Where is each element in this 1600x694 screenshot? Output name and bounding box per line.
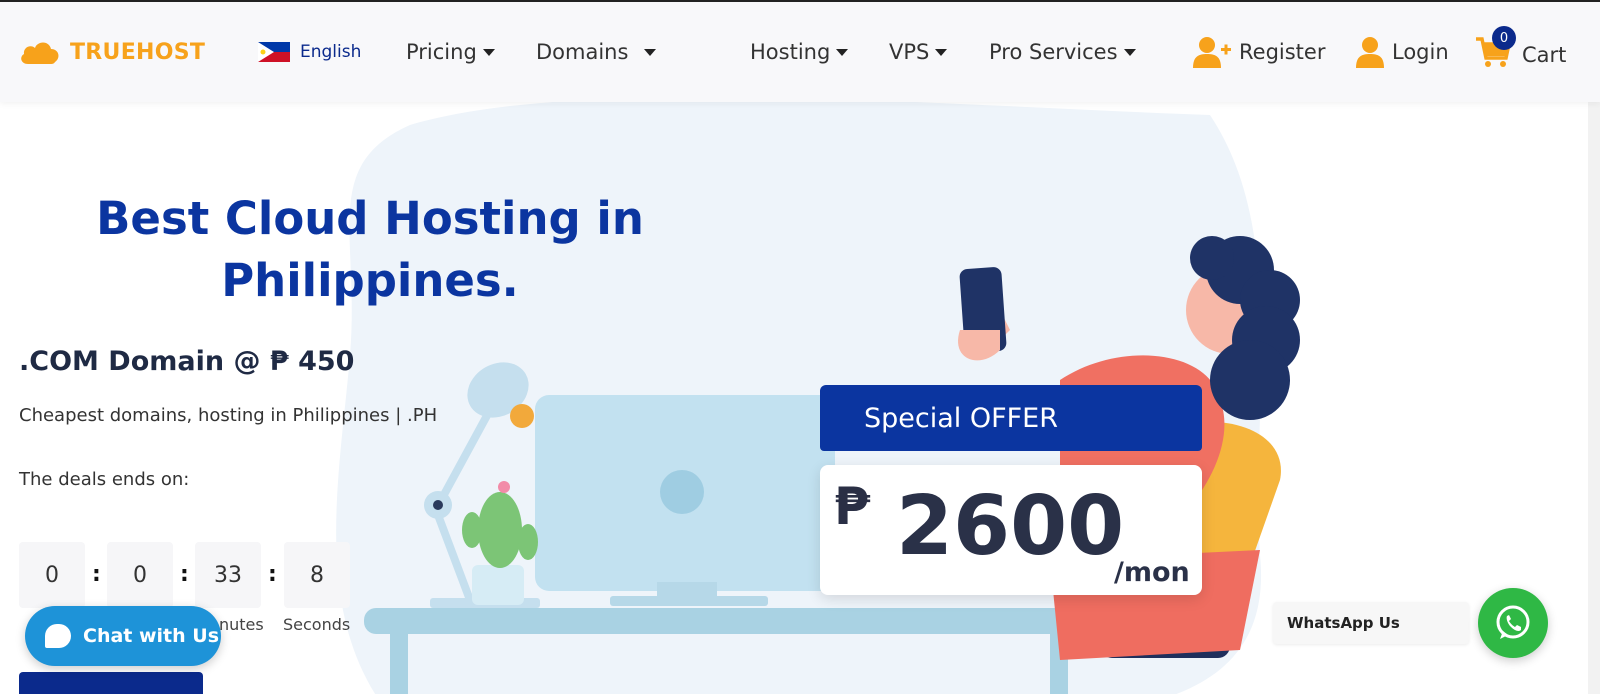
- cart-count-badge: 0: [1492, 26, 1516, 50]
- caret-down-icon: [935, 48, 948, 56]
- brand-name: TRUEHOST: [70, 39, 206, 65]
- register-label: Register: [1239, 40, 1326, 64]
- add-user-icon: [1193, 37, 1231, 68]
- language-label: English: [300, 42, 362, 62]
- page-scrollbar[interactable]: [1588, 2, 1600, 694]
- countdown-label-seconds: Seconds: [283, 615, 351, 634]
- caret-down-icon: [1123, 48, 1136, 56]
- chat-with-us-button[interactable]: Chat with Us: [25, 606, 221, 666]
- domain-offer: .COM Domain @ ₱ 450: [19, 346, 355, 377]
- countdown-days: 0: [19, 542, 85, 608]
- whatsapp-label[interactable]: WhatsApp Us: [1273, 602, 1469, 644]
- cloud-logo-icon: [21, 42, 59, 64]
- caret-down-icon: [482, 48, 495, 56]
- ph-flag-icon: [258, 42, 290, 62]
- nav-pricing[interactable]: Pricing: [406, 40, 495, 64]
- countdown-separator: :: [268, 562, 277, 587]
- cart-label: Cart: [1522, 42, 1567, 67]
- nav-pricing-label: Pricing: [406, 40, 477, 64]
- countdown-separator: :: [92, 562, 101, 587]
- countdown-label-minutes: nutes: [219, 615, 264, 634]
- whatsapp-icon: [1496, 605, 1530, 639]
- hero-cta-button[interactable]: [19, 672, 203, 694]
- cart-icon-wrap: 0: [1476, 26, 1516, 73]
- hero-tagline: Cheapest domains, hosting in Philippines…: [19, 405, 438, 426]
- nav-domains-label: Domains: [536, 40, 629, 64]
- caret-down-icon: [836, 48, 849, 56]
- countdown-separator: :: [180, 562, 189, 587]
- login-label: Login: [1392, 40, 1449, 64]
- deals-label: The deals ends on:: [19, 469, 190, 490]
- cart-link[interactable]: 0 Cart: [1476, 26, 1567, 73]
- countdown-seconds: 8: [284, 542, 350, 608]
- nav-vps-label: VPS: [889, 40, 930, 64]
- offer-currency: ₱: [834, 477, 871, 537]
- hero-title: Best Cloud Hosting in Philippines.: [96, 192, 644, 307]
- nav-hosting-label: Hosting: [750, 40, 831, 64]
- chat-label: Chat with Us: [83, 625, 220, 647]
- countdown-minutes: 33: [195, 542, 261, 608]
- countdown-hours: 0: [107, 542, 173, 608]
- login-link[interactable]: Login: [1356, 36, 1449, 68]
- user-icon: [1356, 37, 1384, 68]
- nav-hosting[interactable]: Hosting: [750, 40, 849, 64]
- special-offer-heading: Special OFFER: [820, 385, 1202, 451]
- whatsapp-button[interactable]: [1478, 588, 1548, 658]
- nav-pro-services[interactable]: Pro Services: [989, 40, 1136, 64]
- brand-logo[interactable]: TRUEHOST: [18, 38, 205, 66]
- top-navigation-bar: TRUEHOST English Pricing Domains Hosting…: [0, 0, 1600, 102]
- page: TRUEHOST English Pricing Domains Hosting…: [0, 0, 1600, 694]
- language-selector[interactable]: English: [258, 42, 361, 62]
- offer-price-card: ₱ 2600 /mon: [820, 465, 1202, 595]
- offer-period: /mon: [1114, 557, 1190, 588]
- register-link[interactable]: Register: [1193, 36, 1325, 68]
- chat-bubble-icon: [45, 624, 71, 648]
- nav-domains[interactable]: Domains: [536, 40, 657, 64]
- caret-down-icon: [644, 48, 657, 56]
- offer-price: 2600: [896, 479, 1125, 574]
- nav-vps[interactable]: VPS: [889, 40, 948, 64]
- nav-pro-services-label: Pro Services: [989, 40, 1118, 64]
